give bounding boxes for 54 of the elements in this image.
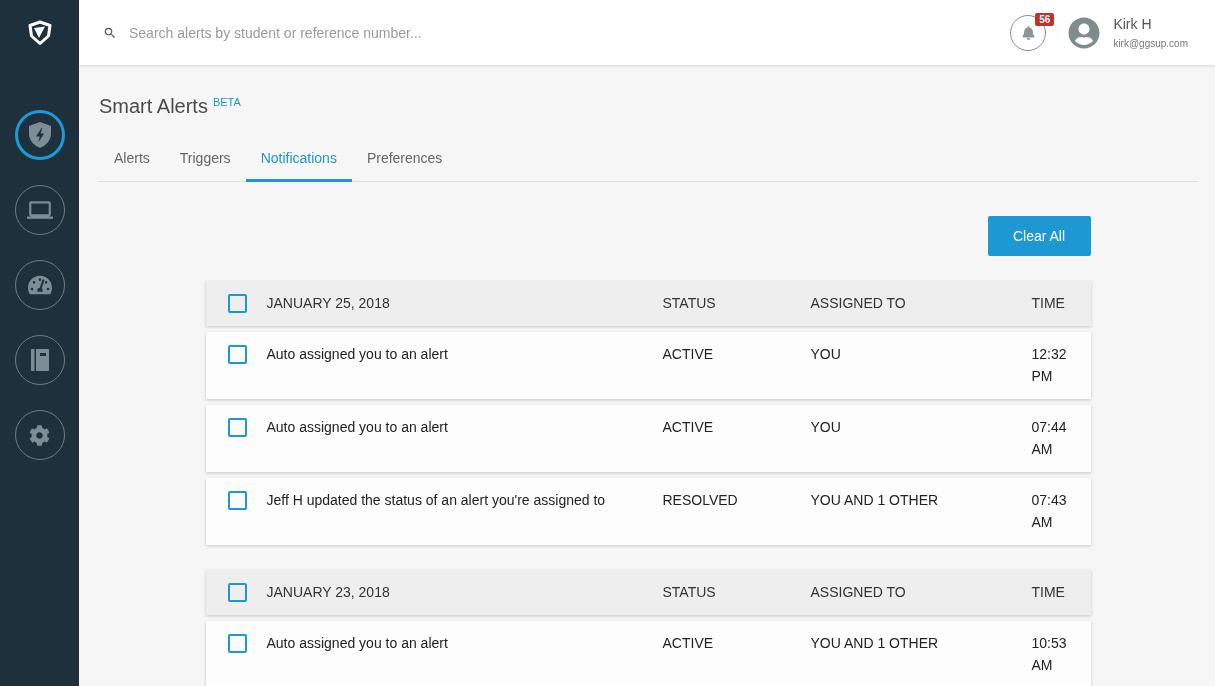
- user-email: kirk@ggsup.com: [1113, 36, 1188, 51]
- assigned-to-label: YOU AND 1 OTHER: [810, 491, 940, 510]
- tab[interactable]: Preferences: [351, 136, 458, 182]
- assigned-to-label: YOU: [810, 418, 842, 437]
- search-field[interactable]: Search alerts by student or reference number...: [129, 20, 991, 45]
- nav-button[interactable]: [14, 110, 65, 160]
- gauge-icon: [27, 273, 52, 297]
- tab[interactable]: Notifications: [245, 136, 352, 182]
- checkbox[interactable]: [227, 418, 247, 437]
- clear-all-button[interactable]: Clear All: [987, 216, 1091, 256]
- assigned-to-label: YOU: [810, 345, 842, 364]
- status-label: ACTIVE: [662, 345, 715, 364]
- checkbox[interactable]: [227, 345, 247, 364]
- date-heading: JANUARY 23, 2018: [266, 583, 391, 602]
- time-label: 10:53 AM: [1031, 634, 1068, 675]
- notification-message: Jeff H updated the status of an alert you're assigned to: [266, 491, 607, 510]
- page-title: Smart Alerts: [99, 94, 208, 119]
- tab[interactable]: Triggers: [164, 136, 246, 182]
- checkbox[interactable]: [227, 634, 247, 653]
- notification-row[interactable]: Auto assigned you to an alert ACTIVE YOU 12:32 PM: [205, 332, 1091, 399]
- date-heading: JANUARY 25, 2018: [266, 294, 391, 313]
- avatar-icon[interactable]: [1068, 16, 1101, 49]
- shield-bolt-icon: [28, 122, 51, 148]
- checkbox[interactable]: [227, 491, 247, 510]
- column-heading: TIME: [1031, 294, 1066, 313]
- notebook-icon: [30, 349, 49, 371]
- logo-icon: [27, 20, 52, 46]
- notification-count-badge: 56: [1035, 12, 1055, 26]
- checkbox[interactable]: [227, 583, 247, 602]
- column-heading: STATUS: [662, 583, 717, 602]
- search-icon: [103, 25, 117, 40]
- tab[interactable]: Alerts: [99, 136, 165, 182]
- notification-row[interactable]: Auto assigned you to an alert ACTIVE YOU 07:44 AM: [205, 405, 1091, 472]
- assigned-to-label: YOU AND 1 OTHER: [810, 634, 940, 653]
- beta-label: BETA: [212, 95, 241, 109]
- notification-message: Auto assigned you to an alert: [266, 345, 449, 364]
- column-heading: TIME: [1031, 583, 1066, 602]
- notification-row[interactable]: Jeff H updated the status of an alert you're assigned to RESOLVED YOU AND 1 OTHER 07:43 AM: [205, 478, 1091, 545]
- settings-icon: [29, 424, 50, 446]
- notification-message: Auto assigned you to an alert: [266, 418, 449, 437]
- status-label: ACTIVE: [662, 418, 715, 437]
- time-label: 12:32 PM: [1031, 345, 1068, 386]
- column-heading: ASSIGNED TO: [810, 583, 907, 602]
- checkbox[interactable]: [227, 294, 247, 313]
- notification-message: Auto assigned you to an alert: [266, 634, 449, 653]
- status-label: ACTIVE: [662, 634, 715, 653]
- user-name: Kirk H: [1113, 14, 1153, 33]
- time-label: 07:43 AM: [1031, 491, 1068, 532]
- notification-row[interactable]: Auto assigned you to an alert ACTIVE YOU AND 1 OTHER 10:53 AM: [205, 621, 1091, 686]
- status-label: RESOLVED: [662, 491, 739, 510]
- column-heading: ASSIGNED TO: [810, 294, 907, 313]
- column-heading: STATUS: [662, 294, 717, 313]
- time-label: 07:44 AM: [1031, 418, 1068, 459]
- bell-icon: [1021, 25, 1035, 40]
